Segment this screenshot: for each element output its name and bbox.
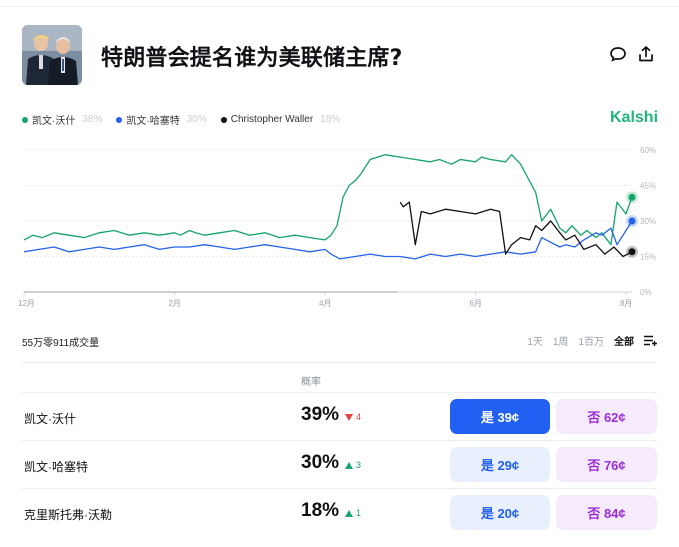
probability-change: 1: [345, 508, 361, 518]
time-range-selector: 1天 1周 1百万 全部: [527, 333, 657, 348]
price-chart[interactable]: 60% 45% 30% 15% 0% 12月 2月 4月 6月 8月: [0, 140, 679, 320]
kalshi-logo[interactable]: Kalshi: [610, 109, 658, 127]
series-end-point-0: [628, 193, 636, 201]
market-thumbnail: [22, 25, 82, 85]
change-value: 3: [356, 460, 362, 470]
buy-yes-button[interactable]: 是 20¢: [450, 495, 550, 530]
y-tick-label: 15%: [640, 253, 656, 262]
x-tick-label: 8月: [620, 299, 632, 308]
candidate-name: 凯文·哈塞特: [24, 460, 88, 474]
candidate-name: 克里斯托弗·沃勒: [24, 508, 112, 522]
legend-item-waller: Christopher Waller 18%: [220, 114, 341, 125]
table-divider: [22, 362, 657, 363]
probability-change: 4: [345, 412, 361, 422]
table-row: 克里斯托弗·沃勒 18% 1 是 20¢ 否 84¢: [22, 488, 657, 536]
chart-legend: 凯文·沃什 38% 凯文·哈塞特 30% Christopher Waller …: [22, 112, 340, 127]
change-value: 1: [356, 508, 362, 518]
series-line-1: [23, 220, 633, 260]
down-arrow-icon: [345, 413, 353, 421]
legend-label: 凯文·哈塞特: [126, 116, 180, 127]
legend-dot-hassett: [116, 116, 123, 123]
trade-volume: 55万零911成交量: [22, 338, 100, 349]
y-tick-label: 30%: [640, 217, 656, 226]
candidate-probability: 39%: [301, 404, 340, 425]
buy-no-button[interactable]: 否 62¢: [556, 399, 657, 434]
change-value: 4: [356, 412, 362, 422]
probability-change: 3: [345, 460, 361, 470]
series-end-point-2: [628, 248, 636, 256]
y-tick-label: 45%: [640, 182, 656, 191]
legend-item-warsh: 凯文·沃什 38%: [22, 112, 102, 127]
x-tick-label: 4月: [319, 299, 331, 308]
buy-no-button[interactable]: 否 76¢: [556, 447, 657, 482]
up-arrow-icon: [345, 461, 353, 469]
x-tick-label: 12月: [18, 299, 35, 308]
legend-dot-warsh: [22, 116, 28, 123]
range-all-button[interactable]: 全部: [614, 333, 634, 348]
series-line-2: [399, 201, 633, 258]
range-1m-button[interactable]: 1百万: [578, 333, 604, 348]
filter-list-icon[interactable]: [644, 335, 657, 346]
y-tick-label: 60%: [640, 146, 656, 155]
legend-value: 30%: [186, 114, 207, 125]
candidate-name: 凯文·沃什: [24, 412, 76, 426]
market-title: 特朗普会提名谁为美联储主席?: [101, 46, 403, 71]
legend-label: 凯文·沃什: [32, 116, 76, 127]
legend-dot-waller: [220, 116, 227, 123]
range-1d-button[interactable]: 1天: [527, 333, 543, 348]
y-tick-label: 0%: [640, 288, 652, 297]
top-divider: [0, 6, 679, 7]
x-tick-label: 2月: [168, 299, 180, 308]
up-arrow-icon: [345, 509, 353, 517]
x-tick-label: 6月: [469, 299, 481, 308]
table-row: 凯文·沃什 39% 4 是 39¢ 否 62¢: [22, 392, 657, 440]
buy-yes-button[interactable]: 是 29¢: [450, 447, 550, 482]
legend-value: 18%: [320, 114, 341, 125]
candidate-probability: 18%: [301, 500, 340, 521]
range-1w-button[interactable]: 1周: [553, 333, 569, 348]
legend-value: 38%: [82, 114, 103, 125]
table-row: 凯文·哈塞特 30% 3 是 29¢ 否 76¢: [22, 440, 657, 488]
series-end-point-1: [628, 217, 636, 225]
comment-icon[interactable]: [608, 44, 628, 64]
share-icon[interactable]: [636, 44, 656, 64]
probability-column-header: 概率: [301, 377, 321, 388]
candidate-probability: 30%: [301, 452, 340, 473]
buy-no-button[interactable]: 否 84¢: [556, 495, 657, 530]
legend-label: Christopher Waller: [230, 114, 314, 125]
legend-item-hassett: 凯文·哈塞特 30%: [116, 112, 207, 127]
series-line-0: [23, 154, 633, 246]
buy-yes-button[interactable]: 是 39¢: [450, 399, 550, 434]
